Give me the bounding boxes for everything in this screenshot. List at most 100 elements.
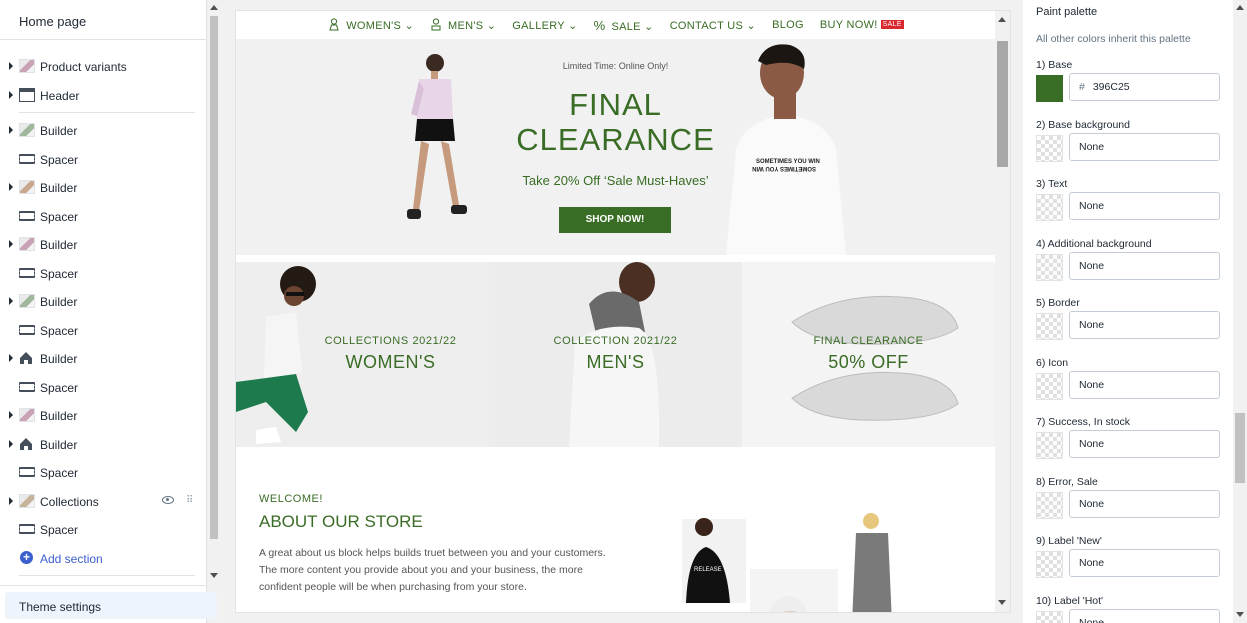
color-input[interactable]: None [1069, 549, 1220, 577]
sidebar-item-builder[interactable]: Builder [0, 287, 207, 316]
tile-mens[interactable]: COLLECTION 2021/22 MEN'S [489, 262, 742, 447]
scroll-thumb[interactable] [210, 16, 218, 539]
hero-title: FINAL CLEARANCE [236, 87, 995, 157]
color-swatch[interactable] [1036, 134, 1063, 162]
color-input-value: 396C25 [1092, 81, 1130, 93]
color-swatch[interactable] [1036, 194, 1063, 221]
preview-scrollbar[interactable] [995, 11, 1010, 612]
sidebar-item-spacer[interactable]: Spacer [0, 373, 207, 402]
palette-field-label: 4) Additional background [1036, 237, 1152, 250]
shop-now-button[interactable]: SHOP NOW! [559, 207, 671, 233]
color-swatch[interactable] [1036, 253, 1063, 281]
sidebar-item-product-variants[interactable]: Product variants [0, 52, 207, 81]
store-nav: WOMEN'S ⌄ MEN'S ⌄ GALLERY ⌄ % SALE ⌄ CONT… [236, 11, 996, 39]
sidebar-item-builder[interactable]: Builder [0, 344, 207, 373]
color-input[interactable]: None [1069, 370, 1220, 399]
preview-scroll-down-icon[interactable] [998, 600, 1006, 605]
expand-caret-icon[interactable] [9, 126, 13, 134]
nav-gallery[interactable]: GALLERY ⌄ [512, 19, 577, 32]
sidebar-item-spacer[interactable]: Spacer [0, 515, 207, 544]
sidebar-item-spacer[interactable]: Spacer [0, 458, 207, 487]
spacer-icon [19, 381, 35, 392]
settings-scroll-thumb[interactable] [1235, 413, 1245, 483]
nav-contact[interactable]: CONTACT US ⌄ [670, 19, 756, 32]
sidebar-item-builder[interactable]: Builder [0, 230, 207, 259]
page-title: Home page [0, 0, 206, 40]
scroll-up-arrow-icon[interactable] [210, 5, 218, 10]
nav-women[interactable]: WOMEN'S ⌄ [328, 18, 414, 32]
expand-caret-icon[interactable] [9, 411, 13, 419]
settings-scroll-up-icon[interactable] [1236, 5, 1244, 10]
tile-mens-title: MEN'S [586, 352, 645, 372]
sidebar-item-builder[interactable]: Builder [0, 173, 207, 202]
color-input[interactable]: None [1069, 430, 1220, 458]
sidebar-item-builder[interactable]: Builder [0, 430, 207, 459]
palette-field-label: 10) Label 'Hot' [1036, 594, 1104, 607]
spacer-icon [19, 153, 35, 164]
preview-scroll-thumb[interactable] [997, 41, 1008, 167]
color-input[interactable]: None [1069, 132, 1220, 161]
scroll-down-arrow-icon[interactable] [210, 573, 218, 578]
add-section-button[interactable]: + Add section [0, 544, 207, 573]
color-input[interactable]: None [1069, 192, 1220, 220]
nav-men[interactable]: MEN'S ⌄ [430, 18, 496, 32]
sidebar-item-builder[interactable]: Builder [0, 401, 207, 430]
tile-womens[interactable]: COLLECTIONS 2021/22 WOMEN'S [236, 262, 489, 447]
expand-caret-icon[interactable] [9, 297, 13, 305]
expand-caret-icon[interactable] [9, 90, 13, 99]
expand-caret-icon[interactable] [9, 62, 13, 70]
expand-caret-icon[interactable] [9, 496, 13, 505]
nav-sale[interactable]: % SALE ⌄ [594, 18, 654, 33]
sidebar-item-spacer[interactable]: Spacer [0, 259, 207, 288]
nav-buy-now[interactable]: BUY NOW! SALE [820, 19, 904, 31]
about-images: RELEASE [682, 513, 892, 612]
spacer-icon [19, 467, 35, 477]
sidebar-item-spacer[interactable]: Spacer [0, 316, 207, 345]
sidebar-scrollbar[interactable] [207, 0, 221, 585]
expand-caret-icon[interactable] [9, 439, 13, 448]
eye-icon[interactable] [162, 495, 174, 504]
color-input[interactable]: None [1069, 608, 1220, 623]
preview-scroll-up-icon[interactable] [998, 17, 1006, 22]
nav-gallery-label: GALLERY [512, 19, 565, 32]
sidebar-item-spacer[interactable]: Spacer [0, 145, 207, 174]
expand-caret-icon[interactable] [9, 240, 13, 248]
sidebar-item-label: Spacer [40, 380, 79, 395]
nav-sale-label: SALE [611, 20, 641, 33]
sidebar-item-label: Builder [40, 437, 78, 452]
palette-subtitle: All other colors inherit this palette [1036, 33, 1191, 45]
color-input[interactable]: #396C25 [1069, 73, 1220, 101]
color-input[interactable]: None [1069, 311, 1220, 339]
expand-caret-icon[interactable] [9, 354, 13, 362]
tile-sale-sub: FINAL CLEARANCE [813, 335, 924, 347]
about-title: ABOUT OUR STORE [259, 512, 423, 531]
palette-field: 4) Additional background None [1036, 237, 1226, 281]
builder-house-icon [19, 351, 35, 365]
sidebar-item-builder[interactable]: Builder [0, 116, 207, 145]
color-swatch[interactable] [1036, 372, 1063, 400]
color-swatch[interactable] [1036, 491, 1063, 519]
color-swatch[interactable] [1036, 432, 1063, 459]
color-swatch[interactable] [1036, 610, 1063, 623]
drag-handle-icon[interactable]: ⠿ [186, 495, 193, 506]
sidebar-item-collections[interactable]: Collections ⠿ [0, 487, 207, 516]
nav-blog[interactable]: BLOG [772, 19, 804, 31]
sidebar-item-header[interactable]: Header [0, 81, 207, 110]
expand-caret-icon[interactable] [9, 183, 13, 191]
sidebar-item-label: Builder [40, 409, 78, 423]
color-swatch[interactable] [1036, 313, 1063, 340]
hero-banner: Limited Time: Online Only! FINAL CLEARAN… [236, 39, 995, 255]
tile-womens-sub: COLLECTIONS 2021/22 [324, 335, 457, 347]
tile-sale[interactable]: FINAL CLEARANCE 50% OFF [742, 262, 995, 447]
sidebar-item-label: Builder [40, 295, 78, 309]
sidebar-item-label: Builder [40, 181, 78, 195]
settings-scroll-down-icon[interactable] [1236, 612, 1244, 617]
color-input[interactable]: None [1069, 489, 1220, 518]
sidebar-item-spacer[interactable]: Spacer [0, 202, 207, 231]
color-input[interactable]: None [1069, 251, 1220, 280]
color-swatch[interactable] [1036, 551, 1063, 578]
about-section: WELCOME! ABOUT OUR STORE A great about u… [236, 447, 995, 612]
settings-scrollbar[interactable] [1233, 0, 1247, 623]
theme-settings-button[interactable]: Theme settings [5, 592, 217, 619]
color-swatch[interactable] [1036, 75, 1063, 102]
